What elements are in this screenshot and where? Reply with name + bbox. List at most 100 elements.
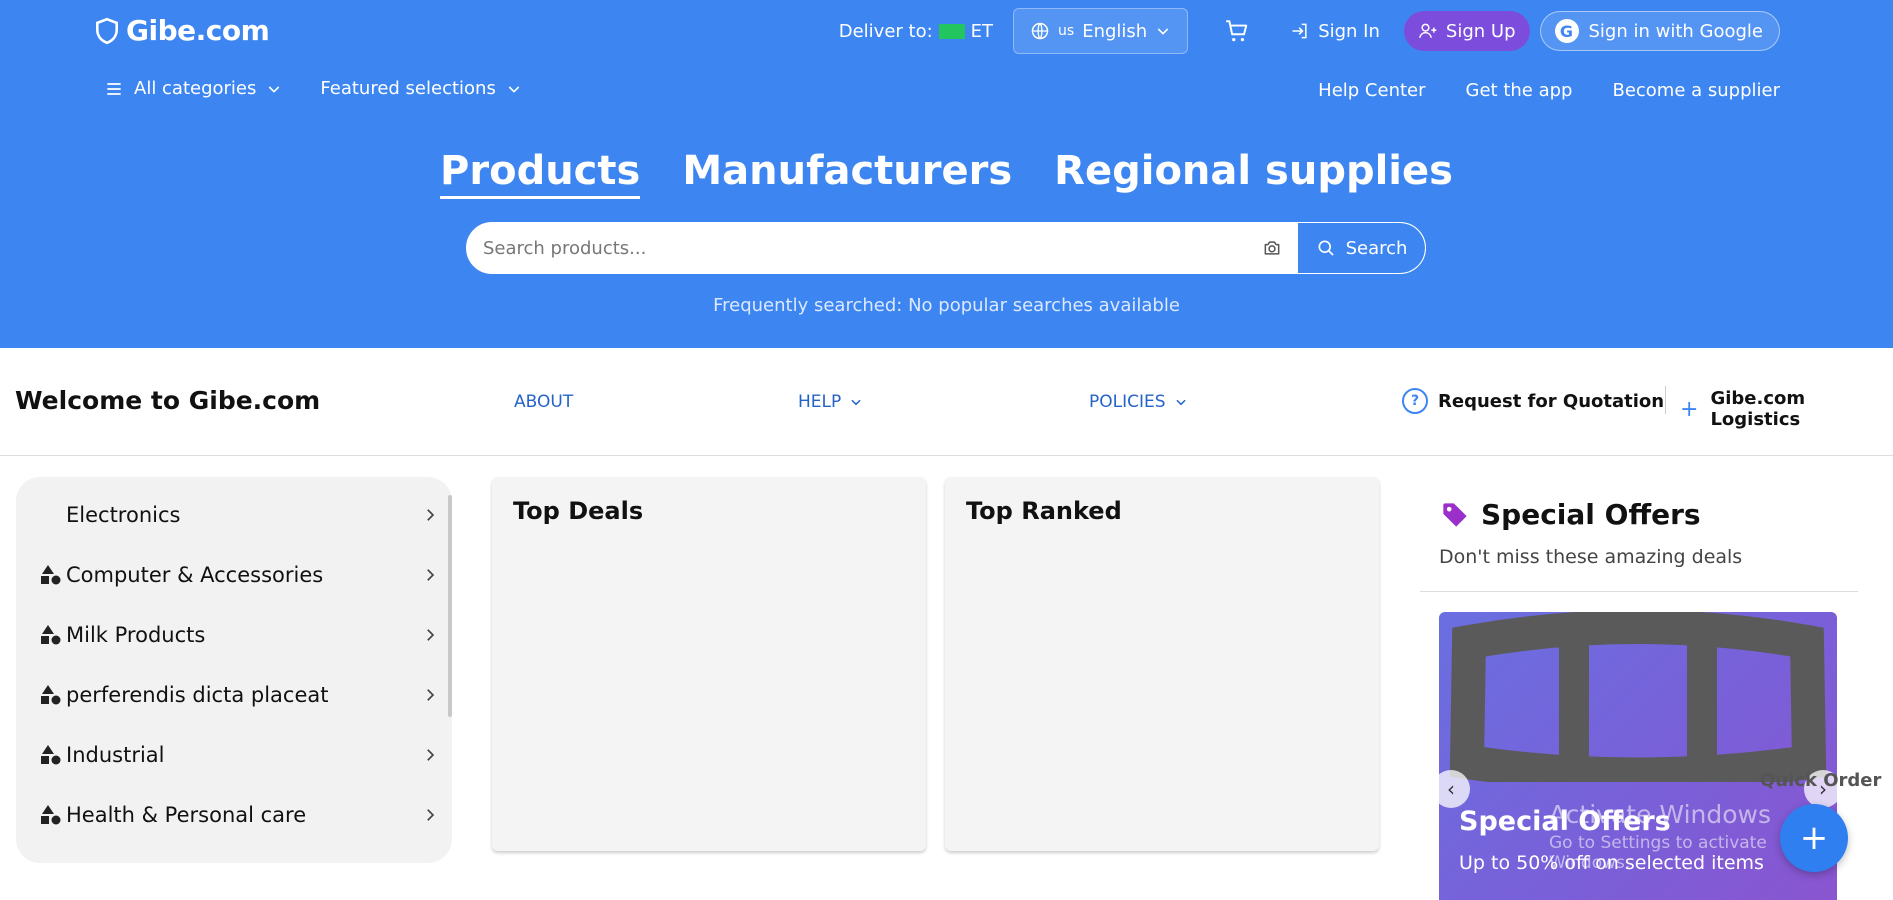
frequently-label: Frequently searched: bbox=[713, 295, 903, 316]
menu-icon bbox=[107, 82, 121, 95]
tab-regional-supplies[interactable]: Regional supplies bbox=[1054, 148, 1453, 199]
search-button[interactable]: Search bbox=[1297, 223, 1425, 273]
chevron-right-icon bbox=[427, 629, 435, 641]
google-sign-in-button[interactable]: G Sign in with Google bbox=[1539, 11, 1780, 51]
logistics-link[interactable]: + Gibe.com Logistics bbox=[1680, 388, 1893, 430]
category-item[interactable]: Industrial bbox=[40, 735, 440, 775]
sign-up-button[interactable]: Sign Up bbox=[1403, 11, 1530, 51]
shapes-icon bbox=[40, 804, 64, 826]
deliver-country: ET bbox=[970, 20, 994, 42]
carousel-prev-button[interactable]: ‹ bbox=[1432, 770, 1470, 808]
category-label: Electronics bbox=[66, 503, 181, 527]
chevron-right-icon bbox=[427, 689, 435, 701]
search-input[interactable] bbox=[467, 223, 1247, 273]
deliver-label: Deliver to: bbox=[838, 20, 933, 42]
welcome-title: Welcome to Gibe.com bbox=[15, 386, 321, 415]
camera-icon[interactable] bbox=[1247, 238, 1297, 258]
category-label: Industrial bbox=[66, 743, 165, 767]
chevron-down-icon bbox=[1157, 28, 1169, 35]
tag-icon bbox=[1443, 502, 1467, 527]
rfq-label: Request for Quotation bbox=[1438, 390, 1665, 412]
plus-icon: + bbox=[1680, 396, 1699, 422]
request-quotation-link[interactable]: ? Request for Quotation bbox=[1402, 388, 1664, 414]
frequently-value: No popular searches available bbox=[908, 295, 1180, 316]
deliver-to[interactable]: Deliver to: ET bbox=[839, 21, 993, 42]
policies-label: POLICIES bbox=[1089, 392, 1166, 412]
brand-logo[interactable]: Gibe.com bbox=[94, 14, 270, 47]
category-item[interactable]: perferendis dicta placeat bbox=[40, 675, 440, 715]
quick-order-button[interactable]: + bbox=[1780, 804, 1848, 872]
featured-selections-menu[interactable]: Featured selections bbox=[320, 78, 521, 99]
category-label: Health & Personal care bbox=[66, 803, 307, 827]
globe-icon bbox=[1031, 22, 1049, 40]
get-app-link[interactable]: Get the app bbox=[1466, 80, 1573, 101]
chevron-right-icon bbox=[427, 809, 435, 821]
top-deals-panel: Top Deals bbox=[492, 477, 926, 851]
flag-icon bbox=[938, 23, 965, 39]
become-supplier-link[interactable]: Become a supplier bbox=[1612, 80, 1780, 101]
divider bbox=[1420, 591, 1858, 592]
about-label: ABOUT bbox=[514, 392, 574, 412]
all-categories-menu[interactable]: All categories bbox=[104, 78, 282, 99]
category-item[interactable]: Health & Personal care bbox=[40, 795, 440, 835]
help-menu[interactable]: HELP bbox=[798, 392, 863, 412]
shapes-icon bbox=[40, 744, 64, 766]
category-label: Milk Products bbox=[66, 623, 206, 647]
chevron-down-icon bbox=[508, 85, 520, 93]
about-link[interactable]: ABOUT bbox=[514, 392, 573, 412]
login-icon bbox=[1292, 23, 1307, 39]
help-center-link[interactable]: Help Center bbox=[1318, 80, 1425, 101]
category-sidebar: Electronics Computer & Accessories Milk … bbox=[16, 477, 452, 863]
brand-name: Gibe.com bbox=[126, 14, 270, 47]
divider bbox=[1665, 386, 1666, 414]
watermark-line1: Activate Windows bbox=[1549, 800, 1771, 829]
help-label: HELP bbox=[798, 392, 842, 412]
language-prefix: us bbox=[1058, 23, 1075, 39]
search-tabs: Products Manufacturers Regional supplies bbox=[0, 148, 1893, 199]
search-button-label: Search bbox=[1345, 237, 1408, 259]
hero-header: Gibe.com Deliver to: ET us English Sign … bbox=[0, 0, 1893, 348]
tab-products[interactable]: Products bbox=[440, 148, 641, 199]
logistics-label: Gibe.com Logistics bbox=[1710, 388, 1806, 430]
featured-label: Featured selections bbox=[320, 78, 496, 99]
shield-icon bbox=[96, 17, 118, 44]
google-icon: G bbox=[1554, 19, 1579, 43]
chevron-right-icon bbox=[427, 749, 435, 761]
sign-up-label: Sign Up bbox=[1445, 20, 1516, 42]
question-icon: ? bbox=[1402, 388, 1428, 414]
google-label: Sign in with Google bbox=[1588, 20, 1764, 42]
top-deals-title: Top Deals bbox=[513, 497, 644, 525]
secondary-links: Help Center Get the app Become a supplie… bbox=[1318, 80, 1780, 101]
product-image bbox=[1449, 612, 1827, 782]
all-categories-label: All categories bbox=[134, 78, 257, 99]
sign-in-label: Sign In bbox=[1318, 20, 1380, 42]
top-ranked-title: Top Ranked bbox=[966, 497, 1122, 525]
special-offers-title: Special Offers bbox=[1481, 498, 1701, 531]
top-bar: Deliver to: ET us English Sign In Sign U… bbox=[839, 8, 1780, 54]
category-label: Computer & Accessories bbox=[66, 563, 324, 587]
language-selector[interactable]: us English bbox=[1013, 8, 1189, 54]
tab-manufacturers[interactable]: Manufacturers bbox=[682, 148, 1012, 199]
sub-navigation: Welcome to Gibe.com ABOUT HELP POLICIES … bbox=[0, 348, 1893, 456]
special-offers-subtitle: Don't miss these amazing deals bbox=[1439, 546, 1743, 568]
policies-menu[interactable]: POLICIES bbox=[1089, 392, 1188, 412]
sidebar-scrollbar[interactable] bbox=[448, 495, 452, 717]
chevron-right-icon bbox=[427, 509, 435, 521]
category-item[interactable]: Milk Products bbox=[40, 615, 440, 655]
special-offers-banner[interactable]: Special Offers Up to 50% off on selected… bbox=[1439, 612, 1837, 900]
chevron-down-icon bbox=[269, 85, 280, 93]
language-label: English bbox=[1082, 20, 1148, 42]
category-nav: All categories Featured selections bbox=[104, 78, 560, 99]
chevron-down-icon bbox=[851, 399, 861, 406]
sign-in-button[interactable]: Sign In bbox=[1290, 21, 1380, 42]
category-item[interactable]: Computer & Accessories bbox=[40, 555, 440, 595]
top-ranked-panel: Top Ranked bbox=[945, 477, 1379, 851]
user-plus-icon bbox=[1418, 23, 1437, 38]
cart-icon bbox=[1226, 20, 1248, 42]
cart-button[interactable] bbox=[1224, 18, 1250, 44]
chevron-right-icon bbox=[427, 569, 435, 581]
category-item[interactable]: Electronics bbox=[40, 495, 440, 535]
search-icon bbox=[1318, 240, 1334, 256]
shapes-icon bbox=[40, 684, 64, 706]
category-label: perferendis dicta placeat bbox=[66, 683, 329, 707]
